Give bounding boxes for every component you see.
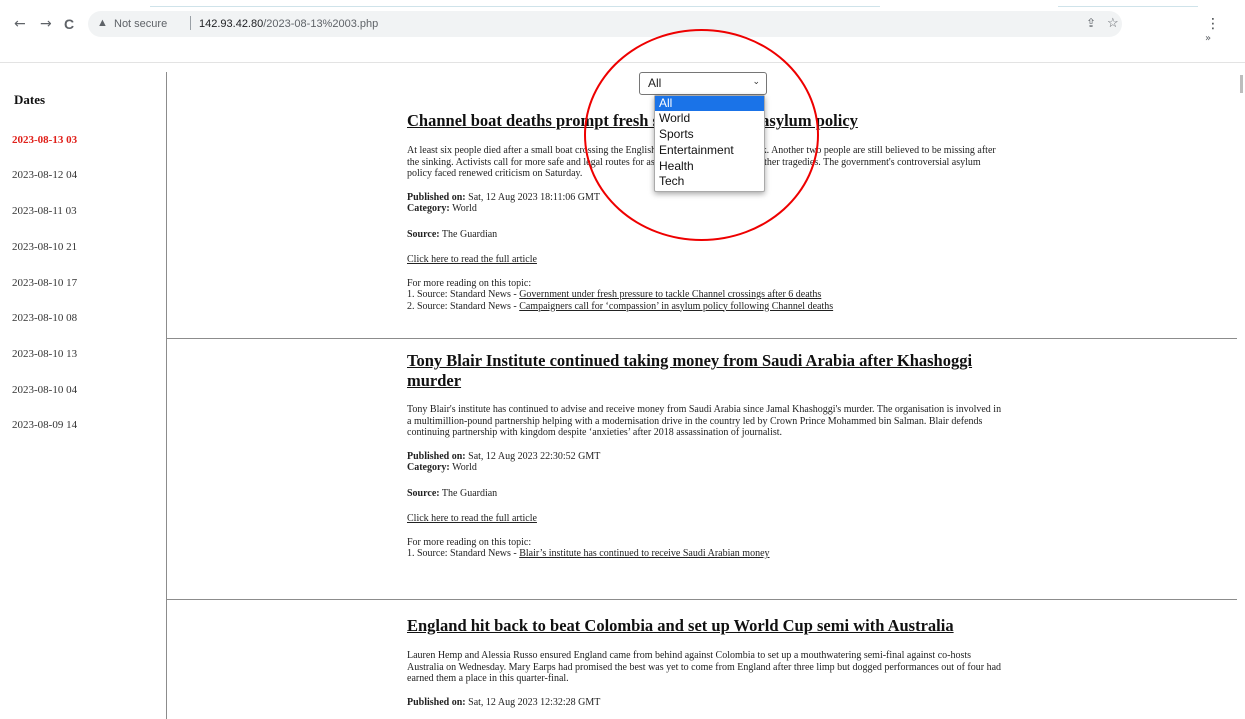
related-item: 1. Source: Standard News - Government un…	[407, 289, 1007, 301]
date-link[interactable]: 2023-08-10 21	[12, 241, 77, 253]
published-label: Published on:	[407, 191, 466, 203]
category-option-health[interactable]: Health	[655, 159, 764, 174]
category-select[interactable]: All ⌄	[639, 72, 767, 95]
more-reading-heading: For more reading on this topic:	[407, 536, 532, 548]
bookmarks-overflow-chevron-icon[interactable]: »	[1205, 33, 1211, 44]
related-prefix: 1. Source: Standard News -	[407, 548, 520, 559]
published-date: Sat, 12 Aug 2023 18:11:06 GMT	[468, 191, 600, 203]
article-published: Published on: Sat, 12 Aug 2023 22:30:52 …	[407, 451, 1007, 463]
security-label[interactable]: Not secure	[114, 18, 167, 30]
date-link-active[interactable]: 2023-08-13 03	[12, 134, 77, 146]
url-text[interactable]: 142.93.42.80/2023-08-13%2003.php	[199, 18, 378, 30]
read-full-article-link[interactable]: Click here to read the full article	[407, 513, 537, 524]
article-title: Tony Blair Institute continued taking mo…	[407, 351, 973, 390]
category-label: Category:	[407, 462, 450, 473]
article-divider	[167, 338, 1243, 339]
article-divider	[167, 599, 1243, 600]
related-link[interactable]: Blair’s institute has continued to recei…	[519, 548, 769, 559]
article-summary: Tony Blair's institute has continued to …	[407, 404, 1002, 438]
category-select-value: All	[648, 76, 662, 90]
address-bar[interactable]: ▲ Not secure 142.93.42.80/2023-08-13%200…	[88, 11, 1122, 37]
category-value: World	[452, 462, 477, 473]
source-value: The Guardian	[441, 228, 498, 240]
date-link[interactable]: 2023-08-10 08	[12, 312, 77, 324]
category-option-world[interactable]: World	[655, 111, 764, 126]
related-link[interactable]: Campaigners call for ‘compassion’ in asy…	[519, 301, 833, 312]
article-source: Source: The Guardian	[407, 229, 1007, 241]
tab-strip-line-right	[1058, 6, 1198, 7]
share-icon[interactable]: ⇪	[1086, 16, 1096, 30]
date-link[interactable]: 2023-08-10 17	[12, 277, 77, 289]
date-link[interactable]: 2023-08-10 13	[12, 348, 77, 360]
category-label: Category:	[407, 203, 450, 214]
sidebar-heading: Dates	[14, 92, 46, 107]
published-date: Sat, 12 Aug 2023 12:32:28 GMT	[468, 696, 601, 708]
dates-sidebar: Dates 2023-08-13 03 2023-08-12 04 2023-0…	[0, 72, 167, 719]
article-source: Source: The Guardian	[407, 488, 1007, 500]
date-link[interactable]: 2023-08-09 14	[12, 419, 77, 431]
more-reading-heading: For more reading on this topic:	[407, 277, 532, 289]
article-published: Published on: Sat, 12 Aug 2023 12:32:28 …	[407, 697, 1017, 709]
source-label: Source:	[407, 228, 440, 240]
address-separator	[190, 16, 191, 30]
url-host: 142.93.42.80	[199, 18, 264, 30]
article-category: Category: World	[407, 462, 1007, 474]
tab-strip-line	[150, 6, 880, 7]
related-prefix: 2. Source: Standard News -	[407, 300, 520, 312]
page-scrollbar[interactable]	[1237, 63, 1245, 719]
related-link[interactable]: Government under fresh pressure to tackl…	[519, 289, 821, 300]
article-category: Category: World	[407, 203, 1007, 215]
article-title: England hit back to beat Colombia and se…	[407, 616, 954, 635]
category-option-all[interactable]: All	[655, 96, 764, 111]
related-item: 2. Source: Standard News - Campaigners c…	[407, 301, 1007, 313]
article-card: Tony Blair Institute continued taking mo…	[407, 351, 1007, 560]
date-link[interactable]: 2023-08-11 03	[12, 205, 77, 217]
tab-strip-edge	[0, 0, 1245, 10]
warning-triangle-icon[interactable]: ▲	[97, 17, 108, 29]
source-value: The Guardian	[441, 487, 498, 499]
category-option-entertainment[interactable]: Entertainment	[655, 143, 764, 158]
article-summary: Lauren Hemp and Alessia Russo ensured En…	[407, 650, 1002, 684]
browser-menu-icon[interactable]: ⋮	[1206, 16, 1220, 32]
article-published: Published on: Sat, 12 Aug 2023 18:11:06 …	[407, 192, 1007, 204]
read-full-article-link[interactable]: Click here to read the full article	[407, 254, 537, 265]
url-path: /2023-08-13%2003.php	[263, 18, 379, 30]
category-option-sports[interactable]: Sports	[655, 127, 764, 142]
article-card: England hit back to beat Colombia and se…	[407, 616, 1017, 708]
category-dropdown-list: All World Sports Entertainment Health Te…	[654, 95, 765, 192]
category-option-tech[interactable]: Tech	[655, 174, 764, 189]
bookmark-star-icon[interactable]: ☆	[1107, 15, 1119, 31]
related-item: 1. Source: Standard News - Blair’s insti…	[407, 548, 1007, 560]
chevron-down-icon: ⌄	[752, 76, 760, 86]
category-value: World	[452, 203, 477, 214]
published-label: Published on:	[407, 696, 466, 708]
related-prefix: 1. Source: Standard News -	[407, 289, 520, 300]
date-link[interactable]: 2023-08-10 04	[12, 384, 77, 396]
published-label: Published on:	[407, 450, 466, 462]
published-date: Sat, 12 Aug 2023 22:30:52 GMT	[468, 450, 601, 462]
forward-arrow-icon[interactable]: →	[40, 16, 52, 32]
browser-toolbar: ← → C ▲ Not secure 142.93.42.80/2023-08-…	[0, 10, 1245, 40]
reload-icon[interactable]: C	[64, 16, 74, 32]
source-label: Source:	[407, 487, 440, 499]
scrollbar-thumb[interactable]	[1240, 75, 1243, 93]
date-link[interactable]: 2023-08-12 04	[12, 169, 77, 181]
back-arrow-icon[interactable]: ←	[14, 16, 26, 32]
